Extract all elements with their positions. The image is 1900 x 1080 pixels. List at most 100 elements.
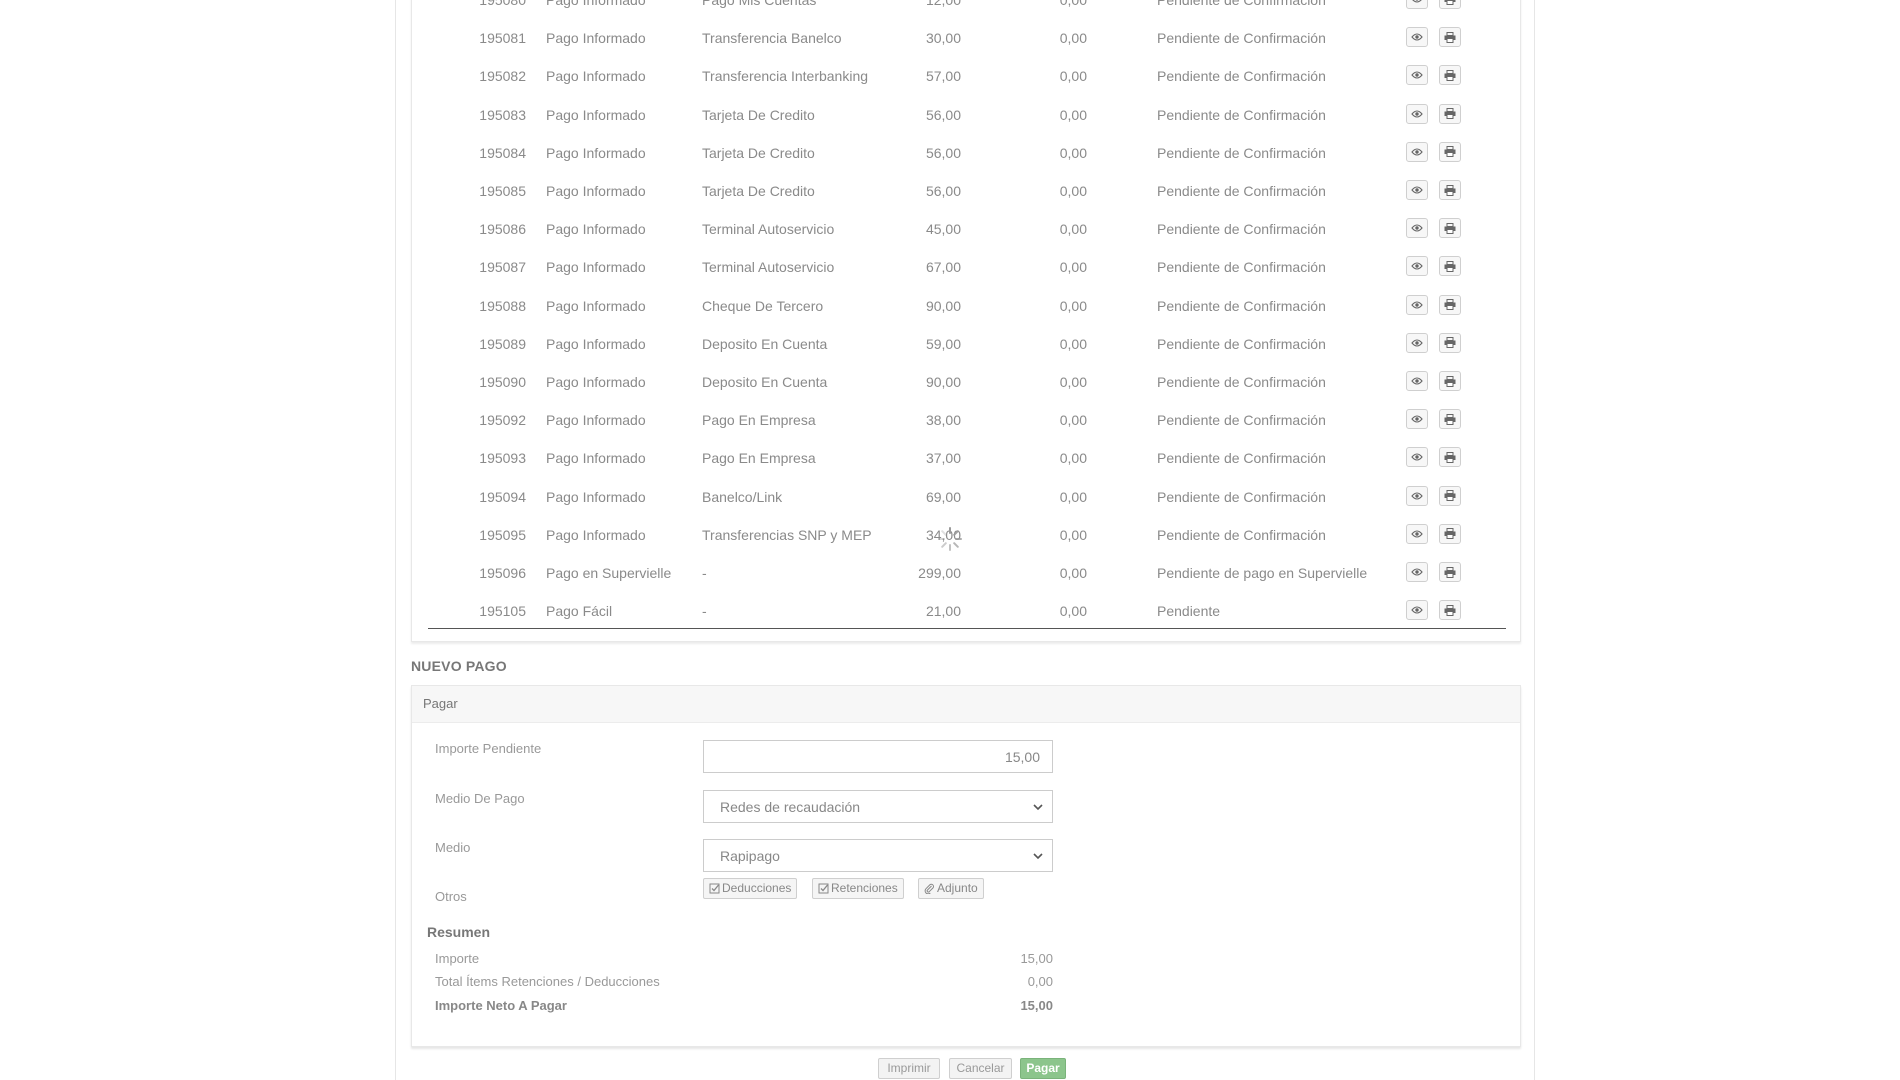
view-button[interactable] bbox=[1406, 447, 1428, 468]
chevron-down-icon bbox=[1033, 853, 1043, 860]
printer-icon bbox=[1444, 299, 1456, 311]
payments-table-panel: 195080 Pago Informado Pago Mis Cuentas 12,0… bbox=[411, 0, 1521, 642]
cell-medio: - bbox=[702, 565, 707, 581]
cell-medio: Cheque De Tercero bbox=[702, 297, 824, 314]
eye-icon bbox=[1411, 453, 1423, 461]
medio-de-pago-select[interactable]: Redes de recaudación bbox=[703, 790, 1053, 823]
cell-importe: 56,00 bbox=[925, 144, 961, 161]
view-button[interactable] bbox=[1406, 600, 1428, 621]
retenciones-button[interactable]: Retenciones bbox=[812, 878, 904, 899]
cell-id: 195093 bbox=[479, 450, 526, 467]
printer-icon bbox=[1444, 260, 1456, 272]
cell-tipo: Pago Informado bbox=[546, 221, 646, 238]
pagar-button[interactable]: Pagar bbox=[1020, 1058, 1066, 1079]
resumen-total-items-label: Total Ítems Retenciones / Deducciones bbox=[435, 974, 660, 989]
cell-retenciones: 0,00 bbox=[1059, 144, 1087, 161]
print-button[interactable] bbox=[1439, 447, 1461, 468]
eye-icon bbox=[1411, 262, 1423, 270]
print-button[interactable] bbox=[1439, 409, 1461, 430]
printer-icon bbox=[1444, 528, 1456, 540]
cell-retenciones: 0,00 bbox=[1059, 450, 1087, 467]
adjunto-label: Adjunto bbox=[937, 881, 978, 895]
medio-selected: Rapipago bbox=[720, 848, 780, 864]
printer-icon bbox=[1444, 69, 1456, 81]
loading-spinner-icon bbox=[938, 527, 962, 551]
table-row: 195088 Pago Informado Cheque De Tercero 90,… bbox=[412, 287, 1522, 325]
view-button[interactable] bbox=[1406, 103, 1428, 124]
cell-estado: Pendiente de Confirmación bbox=[1157, 0, 1326, 8]
view-button[interactable] bbox=[1406, 562, 1428, 582]
print-button[interactable] bbox=[1439, 332, 1461, 353]
cell-estado: Pendiente de Confirmación bbox=[1157, 412, 1326, 429]
print-button[interactable] bbox=[1439, 65, 1461, 86]
view-button[interactable] bbox=[1406, 332, 1428, 353]
chevron-down-icon bbox=[1033, 804, 1043, 811]
cell-id: 195094 bbox=[479, 488, 526, 505]
eye-icon bbox=[1411, 148, 1423, 156]
eye-icon bbox=[1411, 339, 1423, 347]
cancelar-button[interactable]: Cancelar bbox=[949, 1058, 1012, 1079]
table-row: 195086 Pago Informado Terminal Autoservici… bbox=[412, 210, 1522, 248]
print-button[interactable] bbox=[1439, 180, 1461, 200]
print-button[interactable] bbox=[1439, 294, 1461, 315]
deducciones-button[interactable]: Deducciones bbox=[703, 878, 798, 899]
table-row: 195085 Pago Informado Tarjeta De Credito 56… bbox=[412, 172, 1522, 210]
cell-medio: Tarjeta De Credito bbox=[702, 144, 815, 161]
imprimir-button[interactable]: Imprimir bbox=[878, 1058, 940, 1079]
print-button[interactable] bbox=[1439, 371, 1461, 391]
cell-medio: Deposito En Cuenta bbox=[702, 374, 828, 390]
cell-estado: Pendiente de Confirmación bbox=[1157, 259, 1326, 276]
view-button[interactable] bbox=[1406, 218, 1428, 239]
cell-importe: 38,00 bbox=[925, 412, 961, 429]
cell-medio: Transferencia Interbanking bbox=[702, 68, 869, 85]
view-button[interactable] bbox=[1406, 523, 1428, 544]
view-button[interactable] bbox=[1406, 485, 1428, 506]
cell-id: 195080 bbox=[479, 0, 526, 8]
pagar-panel-header: Pagar bbox=[412, 686, 1520, 723]
print-button[interactable] bbox=[1439, 27, 1461, 48]
printer-icon bbox=[1444, 184, 1456, 196]
checkbox-edit-icon bbox=[818, 883, 829, 894]
cell-id: 195086 bbox=[479, 221, 526, 238]
medio-select[interactable]: Rapipago bbox=[703, 839, 1053, 872]
importe-pendiente-input[interactable] bbox=[703, 740, 1053, 773]
view-button[interactable] bbox=[1406, 294, 1428, 315]
view-button[interactable] bbox=[1406, 180, 1428, 200]
cell-medio: Deposito En Cuenta bbox=[702, 335, 828, 352]
view-button[interactable] bbox=[1406, 65, 1428, 86]
eye-icon bbox=[1411, 530, 1423, 538]
cell-id: 195088 bbox=[479, 297, 526, 314]
cell-medio: Terminal Autoservicio bbox=[702, 221, 835, 238]
print-button[interactable] bbox=[1439, 485, 1461, 506]
cell-tipo: Pago Informado bbox=[546, 412, 646, 429]
cell-importe: 12,00 bbox=[925, 0, 961, 8]
cell-estado: Pendiente de Confirmación bbox=[1157, 106, 1326, 123]
print-button[interactable] bbox=[1439, 141, 1461, 162]
eye-icon bbox=[1411, 33, 1423, 41]
eye-icon bbox=[1411, 492, 1423, 500]
view-button[interactable] bbox=[1406, 371, 1428, 391]
print-button[interactable] bbox=[1439, 256, 1461, 277]
print-button[interactable] bbox=[1439, 0, 1461, 9]
view-button[interactable] bbox=[1406, 409, 1428, 430]
eye-icon bbox=[1411, 186, 1423, 194]
printer-icon bbox=[1444, 31, 1456, 43]
importe-pendiente-label: Importe Pendiente bbox=[435, 741, 542, 756]
table-bottom-divider bbox=[428, 628, 1506, 629]
print-button[interactable] bbox=[1439, 600, 1461, 621]
print-button[interactable] bbox=[1439, 218, 1461, 239]
view-button[interactable] bbox=[1406, 27, 1428, 48]
print-button[interactable] bbox=[1439, 523, 1461, 544]
cell-id: 195089 bbox=[479, 335, 526, 352]
view-button[interactable] bbox=[1406, 141, 1428, 162]
medio-de-pago-label: Medio De Pago bbox=[435, 791, 525, 806]
adjunto-button[interactable]: Adjunto bbox=[918, 878, 984, 899]
print-button[interactable] bbox=[1439, 562, 1461, 582]
table-row: 195083 Pago Informado Tarjeta De Credito 56… bbox=[412, 96, 1522, 134]
view-button[interactable] bbox=[1406, 0, 1428, 9]
cell-estado: Pendiente bbox=[1157, 603, 1221, 620]
cell-retenciones: 0,00 bbox=[1059, 526, 1087, 543]
cell-tipo: Pago Informado bbox=[546, 297, 646, 314]
print-button[interactable] bbox=[1439, 103, 1461, 124]
view-button[interactable] bbox=[1406, 256, 1428, 277]
